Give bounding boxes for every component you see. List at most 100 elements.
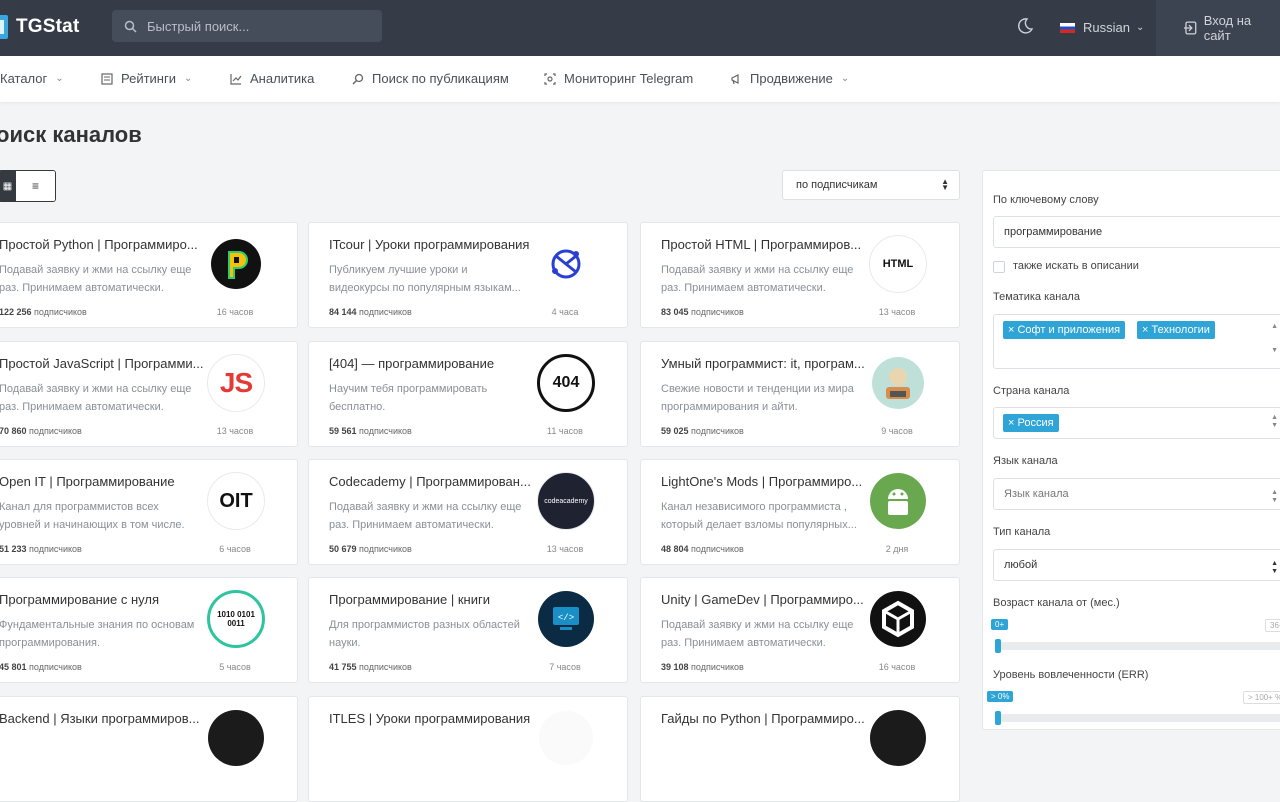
dark-mode-icon[interactable] <box>1016 17 1034 35</box>
channel-avatar[interactable]: HTML <box>869 235 927 293</box>
search-description-label: также искать в описании <box>1013 260 1139 272</box>
err-slider[interactable] <box>995 714 1280 722</box>
nav-promotion[interactable]: Продвижение ⌄ <box>730 71 849 86</box>
nav-label: Рейтинги <box>121 71 176 86</box>
last-post-time: 16 часов <box>878 662 916 672</box>
channel-title[interactable]: Простой JavaScript | Программи... <box>0 356 204 371</box>
channel-title[interactable]: Простой HTML | Программиров... <box>661 237 866 252</box>
description-line: раз. Принимаем автоматически. <box>0 401 164 413</box>
country-select[interactable]: × Россия ▲ ▼ <box>993 407 1280 439</box>
type-label: Тип канала <box>993 526 1051 538</box>
channel-card[interactable]: Умный программист: it, програм... Свежие … <box>640 341 960 447</box>
topic-label: Тематика канала <box>993 291 1080 303</box>
nav-ratings[interactable]: Рейтинги ⌄ <box>101 71 192 86</box>
channel-card[interactable]: Программирование с нуля Фундаментальные з… <box>0 577 298 683</box>
subscriber-number: 59 025 <box>661 426 689 436</box>
sort-select[interactable]: по подписчикам ▲ ▼ <box>782 170 960 200</box>
channel-card[interactable]: Backend | Языки программиров... <box>0 696 298 802</box>
channel-title[interactable]: Программирование с нуля <box>0 592 204 607</box>
channel-card[interactable]: ITLES | Уроки программирования <box>308 696 628 802</box>
language-select[interactable]: Язык канала ▲ ▼ <box>993 478 1280 510</box>
topic-tag[interactable]: × Технологии <box>1137 321 1215 339</box>
scroll-arrows-icon[interactable]: ▲ ▼ <box>1271 414 1278 430</box>
channel-description: Канал независимого программиста , который… <box>661 498 871 534</box>
channel-description <box>661 735 871 771</box>
channel-title[interactable]: [404] — программирование <box>329 356 534 371</box>
search-description-checkbox[interactable] <box>993 261 1005 273</box>
age-slider-handle[interactable] <box>995 639 1001 653</box>
last-post-time: 13 часов <box>546 544 584 554</box>
language-selector[interactable]: Russian ⌄ <box>1060 20 1144 35</box>
nav-catalog[interactable]: Каталог ⌄ <box>0 71 64 86</box>
logo[interactable]: TGStat <box>0 12 79 42</box>
login-button[interactable]: Вход на сайт <box>1156 0 1280 56</box>
channel-avatar[interactable] <box>207 235 265 293</box>
channel-card[interactable]: Простой Python | Программиро... Подавай з… <box>0 222 298 328</box>
country-tag[interactable]: × Россия <box>1003 414 1059 432</box>
channel-avatar[interactable] <box>537 709 595 767</box>
channel-card[interactable]: Простой JavaScript | Программи... Подавай… <box>0 341 298 447</box>
channel-avatar[interactable]: 1010 0101 0011 <box>207 590 265 648</box>
keyword-input[interactable]: программирование <box>993 216 1280 248</box>
channel-card[interactable]: ITcour | Уроки программирования Публикуем… <box>308 222 628 328</box>
grid-view-button[interactable]: ▦ <box>0 171 16 201</box>
channel-title[interactable]: Backend | Языки программиров... <box>0 711 204 726</box>
filter-panel: По ключевому слову программирование такж… <box>982 170 1280 730</box>
channel-title[interactable]: Unity | GameDev | Программиро... <box>661 592 866 607</box>
topic-select[interactable]: × Софт и приложения × Технологии ▲ ▼ <box>993 314 1280 369</box>
subscriber-label: подписчиков <box>688 307 744 317</box>
view-toggle: ▦ ≡ <box>0 170 56 202</box>
description-line: Подавай заявку и жми на ссылку еще <box>661 619 854 631</box>
age-slider[interactable] <box>995 642 1280 650</box>
search-input[interactable] <box>145 17 369 35</box>
channel-avatar[interactable]: </> <box>537 590 595 648</box>
channel-card[interactable]: Гайды по Python | Программиро... <box>640 696 960 802</box>
err-slider-handle[interactable] <box>995 711 1001 725</box>
channel-avatar[interactable] <box>869 709 927 767</box>
channel-avatar[interactable]: OIT <box>207 472 265 530</box>
channel-avatar[interactable]: JS <box>207 354 265 412</box>
channel-title[interactable]: Open IT | Программирование <box>0 474 204 489</box>
login-label: Вход на сайт <box>1203 13 1252 43</box>
channel-card[interactable]: LightOne's Mods | Программиро... Канал не… <box>640 459 960 565</box>
nav-analytics[interactable]: Аналитика <box>230 71 314 86</box>
channel-title[interactable]: ITcour | Уроки программирования <box>329 237 534 252</box>
russia-flag-icon <box>1060 22 1075 33</box>
channel-title[interactable]: Простой Python | Программиро... <box>0 237 204 252</box>
channel-title[interactable]: Программирование | книги <box>329 592 534 607</box>
channel-title[interactable]: Умный программист: it, програм... <box>661 356 866 371</box>
channel-title[interactable]: Codecademy | Программирован... <box>329 474 534 489</box>
subscriber-label: подписчиков <box>688 662 744 672</box>
scroll-arrows-icon[interactable]: ▲ ▼ <box>1271 323 1278 355</box>
subscriber-number: 83 045 <box>661 307 689 317</box>
channel-avatar[interactable] <box>537 235 595 293</box>
channel-title[interactable]: Гайды по Python | Программиро... <box>661 711 866 726</box>
channel-card[interactable]: Простой HTML | Программиров... Подавай за… <box>640 222 960 328</box>
nav-monitoring[interactable]: Мониторинг Telegram <box>544 71 693 86</box>
channel-avatar[interactable]: 404 <box>537 354 595 412</box>
type-select[interactable]: любой ▲ ▼ <box>993 549 1280 581</box>
topic-tag[interactable]: × Софт и приложения <box>1003 321 1126 339</box>
chevron-down-icon: ⌄ <box>840 73 850 84</box>
subscriber-number: 48 804 <box>661 544 689 554</box>
subscriber-label: подписчиков <box>356 662 412 672</box>
logo-text: TGStat <box>16 16 80 37</box>
channel-card[interactable]: [404] — программирование Научим тебя прог… <box>308 341 628 447</box>
channel-card[interactable]: Программирование | книги Для программисто… <box>308 577 628 683</box>
channel-card[interactable]: Unity | GameDev | Программиро... Подавай … <box>640 577 960 683</box>
nav-publication-search[interactable]: Поиск по публикациям <box>352 71 509 86</box>
channel-title[interactable]: ITLES | Уроки программирования <box>329 711 534 726</box>
channel-avatar[interactable] <box>869 472 927 530</box>
channel-avatar[interactable] <box>869 354 927 412</box>
channel-card[interactable]: Open IT | Программирование Канал для прог… <box>0 459 298 565</box>
description-line: Подавай заявку и жми на ссылку еще <box>0 383 192 395</box>
list-view-button[interactable]: ≡ <box>16 171 55 201</box>
channel-avatar[interactable] <box>207 709 265 767</box>
description-line: Подавай заявку и жми на ссылку еще <box>0 264 192 276</box>
quick-search[interactable] <box>112 10 382 42</box>
description-line: Фундаментальные знания по основам <box>0 619 195 631</box>
channel-avatar[interactable] <box>869 590 927 648</box>
channel-avatar[interactable]: codeacademy <box>537 472 595 530</box>
channel-card[interactable]: Codecademy | Программирован... Подавай за… <box>308 459 628 565</box>
channel-title[interactable]: LightOne's Mods | Программиро... <box>661 474 866 489</box>
